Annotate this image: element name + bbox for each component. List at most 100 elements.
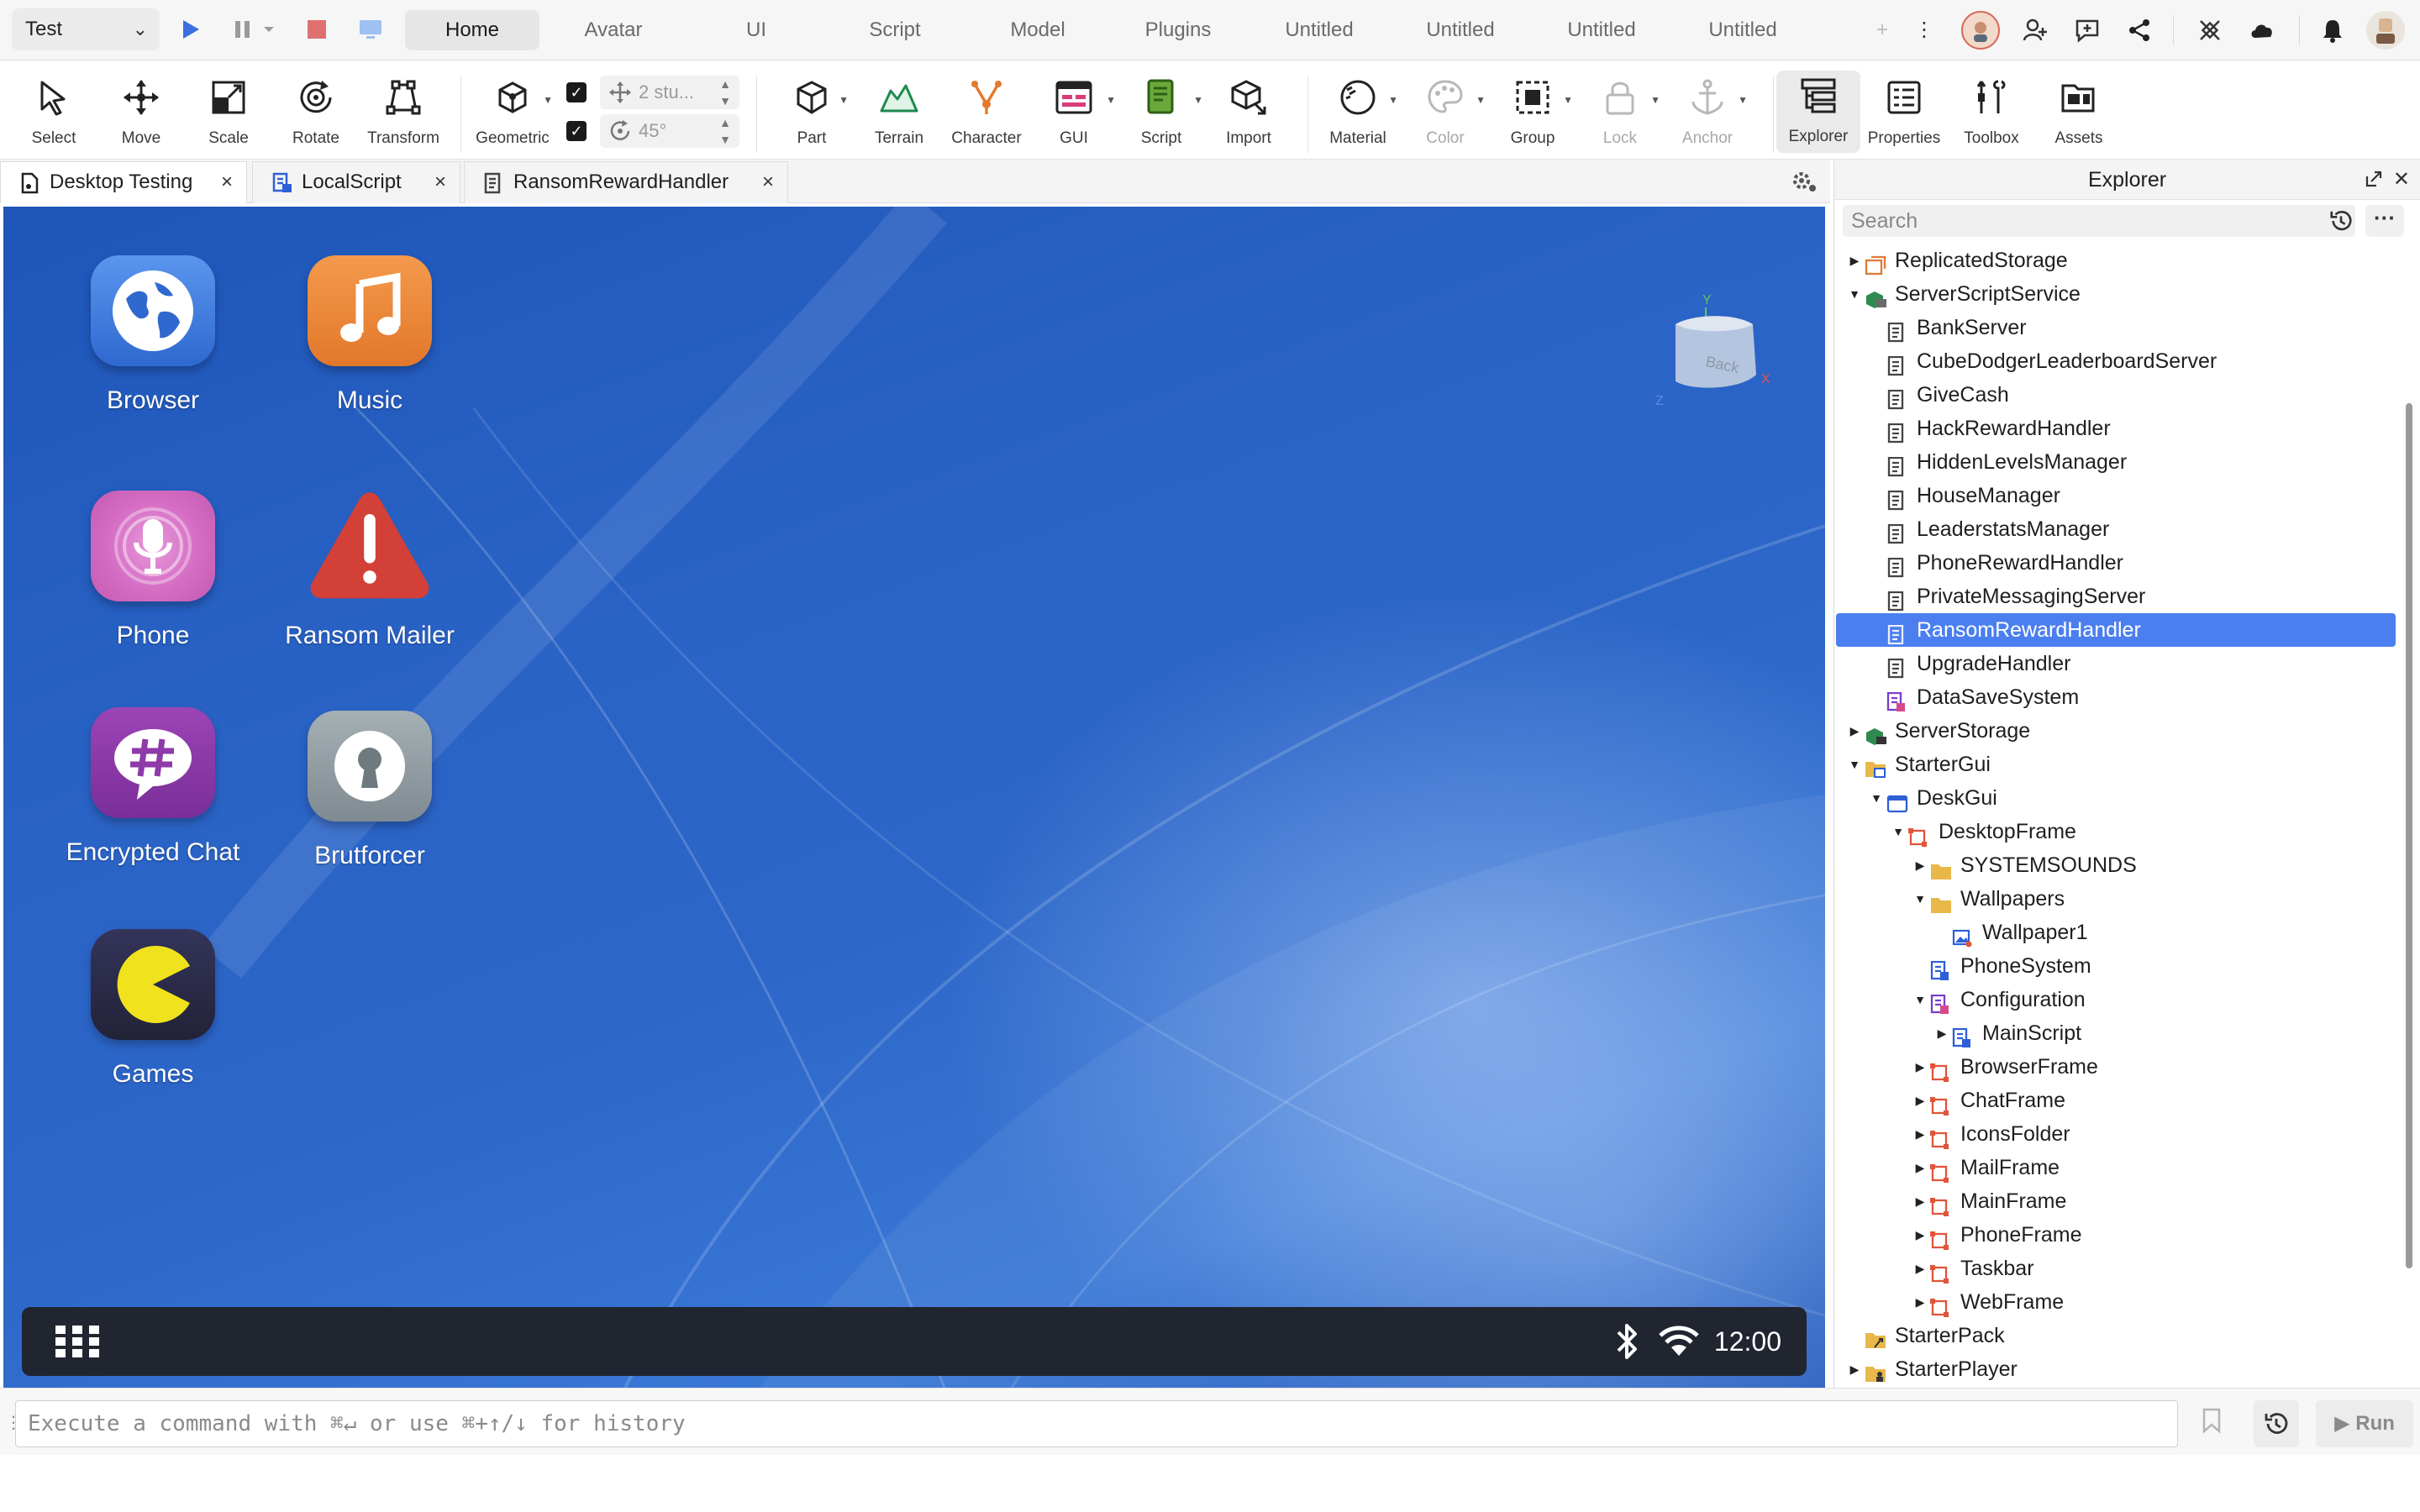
chevron-right-icon[interactable]: ▶ [1846,714,1863,748]
chevron-right-icon[interactable]: ▶ [1912,1151,1928,1184]
terrain-tool[interactable]: Terrain [857,72,941,156]
run-button[interactable]: ▶ Run [2316,1400,2413,1447]
tab-untitled-4[interactable]: Untitled [1684,10,1802,50]
chevron-right-icon[interactable]: ▶ [1912,1218,1928,1252]
tab-untitled-2[interactable]: Untitled [1402,10,1519,50]
chat-button[interactable] [2069,12,2106,49]
chevron-right-icon[interactable]: ▶ [1846,1352,1863,1386]
history-button[interactable] [2254,1400,2299,1447]
tab-untitled-1[interactable]: Untitled [1260,10,1378,50]
doc-tab-desktop-testing[interactable]: Desktop Testing × [0,161,247,203]
collaboration-button[interactable] [2191,12,2228,49]
add-tab-button[interactable]: + [1870,10,1894,50]
more-options-button[interactable]: ··· [2365,205,2404,237]
game-viewport[interactable]: Browser Music Phone Ransom Mailer Encryp… [3,207,1825,1388]
rotate-snap-field[interactable]: 45° ▲ ▼ [600,114,739,148]
explorer-row-systemsounds[interactable]: ▶ SYSTEMSOUNDS [1834,848,2414,882]
explorer-row-starterpack[interactable]: StarterPack [1834,1319,2414,1352]
explorer-row-housemanager[interactable]: HouseManager [1834,479,2414,512]
move-snap-checkbox[interactable]: ✓ [566,82,587,102]
stop-button[interactable] [297,10,336,49]
spinner-arrows-icon[interactable]: ▲ ▼ [719,76,731,109]
explorer-row-cubedodgerleaderboardserver[interactable]: CubeDodgerLeaderboardServer [1834,344,2414,378]
explorer-row-chatframe[interactable]: ▶ ChatFrame [1834,1084,2414,1117]
chevron-right-icon[interactable]: ▶ [1912,1050,1928,1084]
chevron-right-icon[interactable]: ▶ [1912,848,1928,882]
viewport-settings-button[interactable] [1791,168,1818,197]
character-tool[interactable]: Character [944,72,1028,156]
test-mode-dropdown[interactable]: Test ⌄ [12,8,160,50]
explorer-row-deskgui[interactable]: ▼ DeskGui [1834,781,2414,815]
explorer-row-givecash[interactable]: GiveCash [1834,378,2414,412]
play-button[interactable] [171,10,210,49]
chevron-right-icon[interactable]: ▶ [1912,1184,1928,1218]
color-tool[interactable]: Color ▼ [1403,72,1487,156]
material-tool[interactable]: Material ▼ [1316,72,1400,156]
group-tool[interactable]: Group ▼ [1491,72,1575,156]
wifi-icon[interactable] [1659,1324,1699,1362]
lock-tool[interactable]: Lock ▼ [1578,72,1662,156]
doc-tab-localscript[interactable]: LocalScript × [252,161,460,203]
client-server-button[interactable] [351,10,390,49]
explorer-row-hackrewardhandler[interactable]: HackRewardHandler [1834,412,2414,445]
more-tabs-button[interactable]: ⋮ [1912,10,1936,50]
chevron-right-icon[interactable]: ▶ [1933,1016,1950,1050]
explorer-row-desktopframe[interactable]: ▼ DesktopFrame [1834,815,2414,848]
chevron-right-icon[interactable]: ▶ [1846,244,1863,277]
explorer-row-mainscript[interactable]: ▶ MainScript [1834,1016,2414,1050]
move-snap-field[interactable]: 2 stu... ▲ ▼ [600,76,739,109]
explorer-row-configuration[interactable]: ▼ Configuration [1834,983,2414,1016]
chevron-down-icon[interactable]: ▼ [1912,983,1928,1016]
apps-grid-icon[interactable] [55,1326,99,1362]
gui-tool[interactable]: GUI ▼ [1032,72,1116,156]
explorer-row-wallpaper1[interactable]: Wallpaper1 [1834,916,2414,949]
toolbox-tool[interactable]: Toolbox [1949,72,2033,156]
user-avatar[interactable] [1961,11,2000,50]
doc-tab-ransomrewardhandler[interactable]: RansomRewardHandler × [464,161,788,203]
chevron-down-icon[interactable]: ▼ [1846,748,1863,781]
chevron-down-icon[interactable]: ▼ [1846,277,1863,311]
explorer-row-browserframe[interactable]: ▶ BrowserFrame [1834,1050,2414,1084]
explorer-row-upgradehandler[interactable]: UpgradeHandler [1834,647,2414,680]
app-music[interactable]: Music [260,255,479,415]
bluetooth-icon[interactable] [1615,1322,1640,1365]
tab-plugins[interactable]: Plugins [1121,10,1235,50]
part-tool[interactable]: Part ▼ [770,72,854,156]
properties-tool[interactable]: Properties [1862,72,1946,156]
select-tool[interactable]: Select [12,72,96,156]
explorer-row-wallpapers[interactable]: ▼ Wallpapers [1834,882,2414,916]
anchor-tool[interactable]: Anchor ▼ [1665,72,1749,156]
app-games[interactable]: Games [44,929,262,1089]
explorer-row-replicatedstorage[interactable]: ▶ ReplicatedStorage [1834,244,2414,277]
move-tool[interactable]: Move [99,72,183,156]
explorer-row-privatemessagingserver[interactable]: PrivateMessagingServer [1834,580,2414,613]
scale-tool[interactable]: Scale [187,72,271,156]
bookmark-icon[interactable] [2202,1407,2222,1438]
history-icon[interactable] [2328,208,2354,238]
explorer-row-phonerewardhandler[interactable]: PhoneRewardHandler [1834,546,2414,580]
assets-tool[interactable]: Assets [2037,72,2121,156]
close-icon[interactable]: × [221,162,233,202]
tab-avatar[interactable]: Avatar [555,10,672,50]
script-tool[interactable]: Script ▼ [1119,72,1203,156]
pause-options-dropdown[interactable] [257,10,281,49]
close-icon[interactable]: × [762,162,774,202]
chevron-right-icon[interactable]: ▶ [1912,1084,1928,1117]
explorer-tool[interactable]: Explorer [1776,71,1860,153]
rotate-tool[interactable]: Rotate [274,72,358,156]
explorer-row-serverscriptservice[interactable]: ▼ ServerScriptService [1834,277,2414,311]
import-tool[interactable]: Import [1207,72,1291,156]
close-icon[interactable]: × [434,162,446,202]
explorer-row-mailframe[interactable]: ▶ MailFrame [1834,1151,2414,1184]
app-brutforcer[interactable]: Brutforcer [260,711,479,870]
explorer-row-mainframe[interactable]: ▶ MainFrame [1834,1184,2414,1218]
add-friend-button[interactable] [2017,12,2054,49]
popout-icon[interactable] [2365,160,2383,202]
chevron-right-icon[interactable]: ▶ [1912,1252,1928,1285]
explorer-row-leaderstatsmanager[interactable]: LeaderstatsManager [1834,512,2414,546]
app-browser[interactable]: Browser [44,255,262,415]
share-button[interactable] [2121,12,2158,49]
rotate-snap-checkbox[interactable]: ✓ [566,121,587,141]
chevron-right-icon[interactable]: ▶ [1912,1285,1928,1319]
close-icon[interactable]: ✕ [2393,160,2410,200]
